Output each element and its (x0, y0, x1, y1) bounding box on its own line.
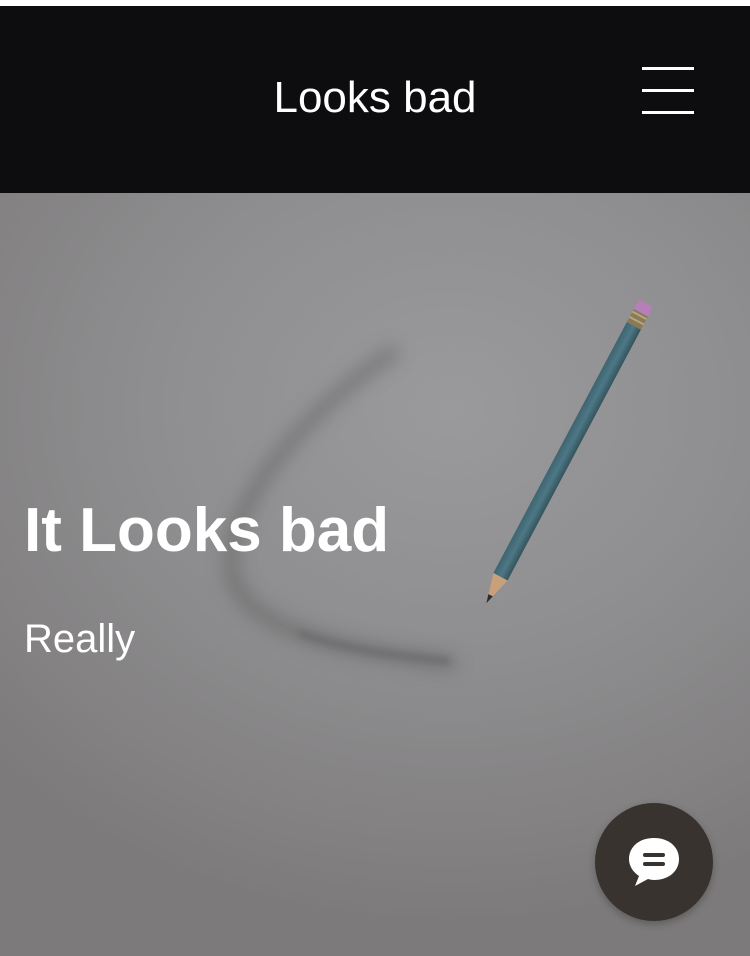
chat-bubble-icon (629, 838, 679, 886)
hero-subtext: Really (24, 617, 136, 661)
site-header: Looks bad (0, 6, 750, 193)
chat-button[interactable] (595, 803, 713, 921)
hamburger-menu-icon[interactable] (632, 61, 704, 121)
hero-heading: It Looks bad (24, 496, 390, 565)
page: Looks bad It Looks bad Really (0, 0, 750, 956)
